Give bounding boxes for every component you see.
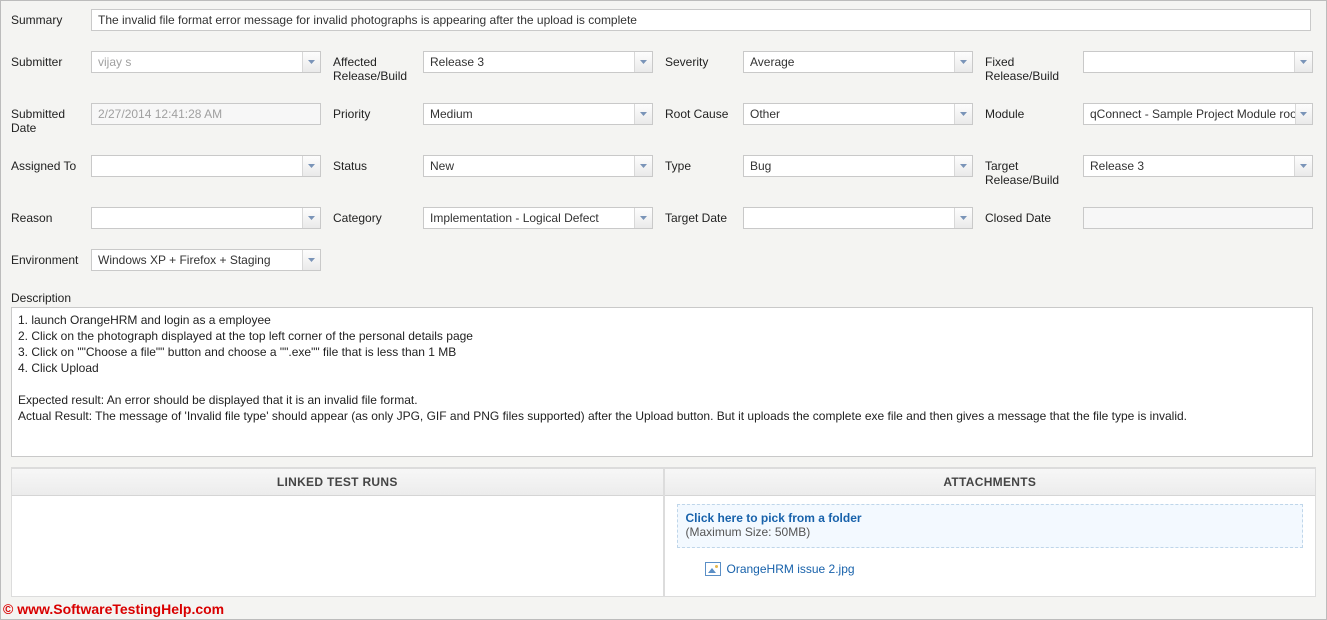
- status-label: Status: [333, 155, 423, 173]
- attachment-link[interactable]: OrangeHRM issue 2.jpg: [727, 562, 855, 576]
- target-label: Target Release/Build: [985, 155, 1083, 187]
- closed-date-input: [1083, 207, 1313, 229]
- target-date-combo[interactable]: [743, 207, 973, 229]
- module-label: Module: [985, 103, 1083, 121]
- linked-test-runs-panel: LINKED TEST RUNS: [11, 468, 664, 597]
- fixed-label: Fixed Release/Build: [985, 51, 1083, 83]
- category-combo[interactable]: Implementation - Logical Defect: [423, 207, 653, 229]
- chevron-down-icon[interactable]: [954, 52, 972, 72]
- chevron-down-icon[interactable]: [1294, 52, 1312, 72]
- affected-label: Affected Release/Build: [333, 51, 423, 83]
- submitter-combo[interactable]: vijay s: [91, 51, 321, 73]
- attachments-panel: ATTACHMENTS Click here to pick from a fo…: [664, 468, 1317, 597]
- attachment-drop-zone[interactable]: Click here to pick from a folder (Maximu…: [677, 504, 1304, 548]
- module-combo[interactable]: qConnect - Sample Project Module root: [1083, 103, 1313, 125]
- chevron-down-icon[interactable]: [634, 208, 652, 228]
- description-textarea[interactable]: 1. launch OrangeHRM and login as a emplo…: [11, 307, 1313, 457]
- chevron-down-icon[interactable]: [634, 156, 652, 176]
- fixed-combo[interactable]: [1083, 51, 1313, 73]
- linked-test-runs-header: LINKED TEST RUNS: [12, 469, 663, 496]
- chevron-down-icon[interactable]: [302, 250, 320, 270]
- environment-value: Windows XP + Firefox + Staging: [92, 253, 302, 267]
- watermark-text: © www.SoftwareTestingHelp.com: [3, 601, 224, 617]
- chevron-down-icon[interactable]: [634, 52, 652, 72]
- pick-from-folder-link[interactable]: Click here to pick from a folder: [686, 511, 1295, 525]
- environment-combo[interactable]: Windows XP + Firefox + Staging: [91, 249, 321, 271]
- chevron-down-icon[interactable]: [1294, 156, 1312, 176]
- target-combo[interactable]: Release 3: [1083, 155, 1313, 177]
- closed-date-label: Closed Date: [985, 207, 1083, 225]
- type-combo[interactable]: Bug: [743, 155, 973, 177]
- bottom-panels: LINKED TEST RUNS ATTACHMENTS Click here …: [11, 467, 1316, 597]
- status-combo[interactable]: New: [423, 155, 653, 177]
- affected-combo[interactable]: Release 3: [423, 51, 653, 73]
- chevron-down-icon[interactable]: [302, 52, 320, 72]
- submitted-date-label: Submitted Date: [11, 103, 91, 135]
- summary-input[interactable]: [91, 9, 1311, 31]
- assigned-to-label: Assigned To: [11, 155, 91, 173]
- defect-form-frame: Summary Submitter vijay s Affected Relea…: [0, 0, 1327, 620]
- linked-test-runs-body: [12, 496, 663, 596]
- reason-label: Reason: [11, 207, 91, 225]
- severity-label: Severity: [665, 51, 743, 69]
- submitter-value: vijay s: [92, 55, 302, 69]
- chevron-down-icon[interactable]: [302, 156, 320, 176]
- attachment-row: OrangeHRM issue 2.jpg: [677, 562, 1304, 576]
- assigned-to-combo[interactable]: [91, 155, 321, 177]
- type-value: Bug: [744, 159, 954, 173]
- root-cause-combo[interactable]: Other: [743, 103, 973, 125]
- chevron-down-icon[interactable]: [954, 104, 972, 124]
- root-cause-label: Root Cause: [665, 103, 743, 121]
- priority-value: Medium: [424, 107, 634, 121]
- priority-label: Priority: [333, 103, 423, 121]
- affected-value: Release 3: [424, 55, 634, 69]
- submitted-date-input: [91, 103, 321, 125]
- target-date-label: Target Date: [665, 207, 743, 225]
- severity-value: Average: [744, 55, 954, 69]
- attachments-header: ATTACHMENTS: [665, 469, 1316, 496]
- module-value: qConnect - Sample Project Module root: [1084, 107, 1295, 121]
- target-value: Release 3: [1084, 159, 1294, 173]
- priority-combo[interactable]: Medium: [423, 103, 653, 125]
- chevron-down-icon[interactable]: [302, 208, 320, 228]
- summary-label: Summary: [11, 9, 91, 27]
- severity-combo[interactable]: Average: [743, 51, 973, 73]
- description-label: Description: [11, 291, 1316, 305]
- environment-label: Environment: [11, 249, 91, 267]
- image-file-icon: [705, 562, 721, 576]
- category-value: Implementation - Logical Defect: [424, 211, 634, 225]
- type-label: Type: [665, 155, 743, 173]
- chevron-down-icon[interactable]: [634, 104, 652, 124]
- category-label: Category: [333, 207, 423, 225]
- status-value: New: [424, 159, 634, 173]
- chevron-down-icon[interactable]: [954, 208, 972, 228]
- root-cause-value: Other: [744, 107, 954, 121]
- submitter-label: Submitter: [11, 51, 91, 69]
- reason-combo[interactable]: [91, 207, 321, 229]
- max-size-text: (Maximum Size: 50MB): [686, 525, 1295, 539]
- chevron-down-icon[interactable]: [954, 156, 972, 176]
- chevron-down-icon[interactable]: [1295, 104, 1312, 124]
